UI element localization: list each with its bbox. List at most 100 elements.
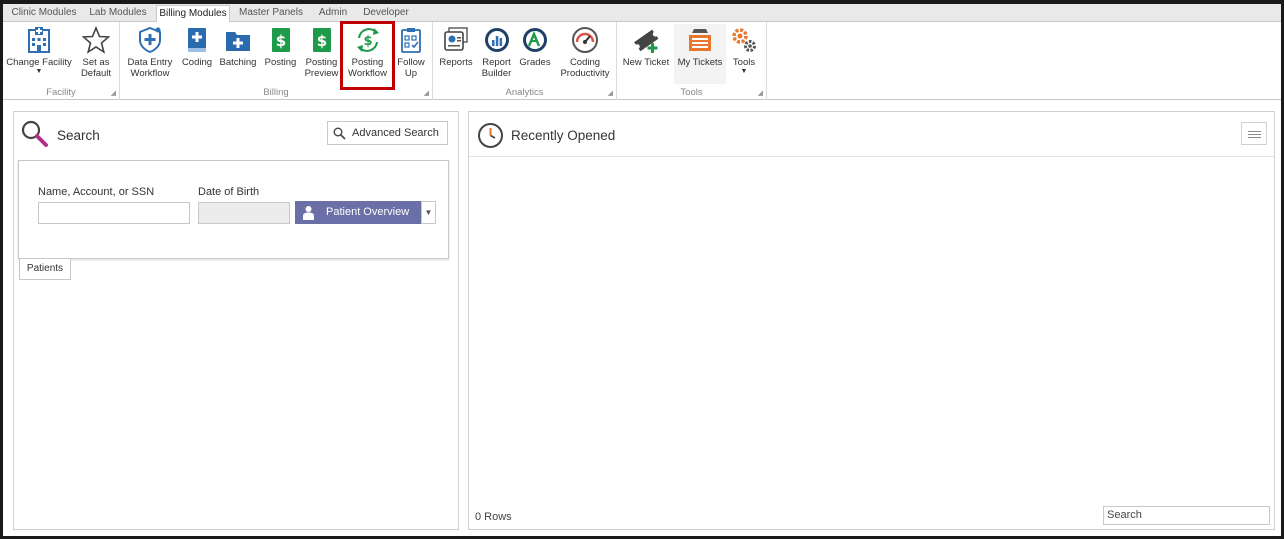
reports-label: Reports (439, 57, 473, 68)
app-window: Clinic Modules Lab Modules Billing Modul… (0, 0, 1284, 539)
svg-text:$: $ (316, 32, 326, 50)
doctor-icon (303, 206, 314, 220)
ribbon-group-tools: New Ticket My Tickets Tools ▼ Tools ◢ (617, 22, 767, 100)
report-builder-label-1: Report (482, 57, 511, 68)
set-as-default-button[interactable]: Set as Default (75, 24, 117, 84)
batching-folder-icon (226, 32, 250, 51)
dialog-launcher-icon[interactable]: ◢ (424, 89, 429, 97)
gears-icon (732, 28, 756, 52)
coding-productivity-label-1: Coding (569, 57, 601, 68)
coding-button[interactable]: Coding (179, 24, 215, 84)
posting-workflow-label-1: Posting (351, 57, 384, 68)
shield-workflow-icon (139, 26, 161, 54)
posting-preview-label-2: Preview (304, 68, 339, 79)
follow-up-label-1: Follow (397, 57, 425, 68)
date-of-birth-input[interactable] (198, 202, 290, 224)
chevron-down-icon: ▼ (740, 68, 748, 75)
my-tickets-label: My Tickets (677, 57, 723, 68)
batching-button[interactable]: Batching (218, 24, 258, 84)
hospital-icon (28, 27, 50, 53)
tab-master-panels[interactable]: Master Panels (234, 5, 308, 22)
grades-label: Grades (519, 57, 551, 68)
reports-button[interactable]: Reports (437, 24, 475, 84)
report-builder-button[interactable]: Report Builder (478, 24, 515, 84)
module-tabs: Clinic Modules Lab Modules Billing Modul… (3, 4, 1281, 23)
clipboard-check-icon (401, 28, 421, 53)
advanced-search-button[interactable]: Advanced Search (327, 121, 448, 145)
coding-productivity-label-2: Productivity (560, 68, 610, 79)
coding-productivity-button[interactable]: Coding Productivity (556, 24, 614, 84)
svg-text:$: $ (363, 34, 372, 49)
tab-developer[interactable]: Developer (357, 5, 415, 22)
dialog-launcher-icon[interactable]: ◢ (608, 89, 613, 97)
posting-workflow-label-2: Workflow (348, 68, 387, 79)
tab-clinic-modules[interactable]: Clinic Modules (9, 5, 79, 22)
tickets-stack-icon (689, 29, 711, 51)
posting-preview-label-1: Posting (305, 57, 338, 68)
search-panel: Search Advanced Search Name, Account, or… (13, 111, 459, 530)
tab-admin[interactable]: Admin (314, 5, 352, 22)
svg-text:$: $ (275, 32, 285, 50)
hamburger-menu-icon[interactable] (1241, 122, 1267, 145)
follow-up-label-2: Up (404, 68, 418, 79)
chevron-down-icon: ▼ (35, 68, 43, 75)
set-as-default-label-1: Set as (82, 57, 110, 68)
dollar-cycle-icon: $ (356, 28, 379, 52)
data-entry-workflow-button[interactable]: Data Entry Workflow (124, 24, 176, 84)
tab-billing-modules[interactable]: Billing Modules (156, 5, 230, 23)
batching-label: Batching (219, 57, 257, 68)
search-title: Search (57, 128, 100, 143)
my-tickets-button[interactable]: My Tickets (674, 24, 726, 84)
group-label-facility: Facility (46, 87, 76, 98)
dollar-icon: $ (271, 28, 290, 52)
follow-up-button[interactable]: Follow Up (394, 24, 428, 84)
panel-divider (469, 156, 1274, 157)
group-label-analytics: Analytics (505, 87, 544, 98)
recently-opened-panel: Recently Opened 0 Rows Search (468, 111, 1275, 530)
patient-search-box: Name, Account, or SSN Date of Birth Pati… (18, 160, 449, 259)
grades-button[interactable]: Grades (518, 24, 552, 84)
group-label-tools: Tools (680, 87, 703, 98)
new-ticket-icon (634, 29, 659, 53)
recently-opened-title: Recently Opened (511, 128, 616, 143)
patient-overview-label: Patient Overview (326, 206, 410, 218)
grades-icon (523, 28, 547, 52)
ribbon-group-facility: Change Facility ▼ Set as Default Facilit… (3, 22, 120, 100)
name-account-ssn-label: Name, Account, or SSN (38, 186, 155, 198)
posting-preview-button[interactable]: $ Posting Preview (303, 24, 340, 84)
star-icon (82, 26, 110, 54)
new-ticket-label: New Ticket (622, 57, 670, 68)
dialog-launcher-icon[interactable]: ◢ (111, 89, 116, 97)
name-account-ssn-input[interactable] (38, 202, 190, 224)
coding-book-icon (188, 28, 206, 52)
change-facility-label: Change Facility (6, 57, 72, 68)
tools-label: Tools (732, 57, 756, 68)
ribbon: Change Facility ▼ Set as Default Facilit… (3, 21, 1281, 100)
group-label-billing: Billing (263, 87, 289, 98)
speedometer-icon (572, 27, 598, 53)
data-entry-label-2: Workflow (130, 68, 170, 79)
search-icon (21, 120, 48, 147)
posting-label: Posting (264, 57, 297, 68)
date-of-birth-label: Date of Birth (198, 186, 260, 198)
dialog-launcher-icon[interactable]: ◢ (758, 89, 763, 97)
tools-button[interactable]: Tools ▼ (729, 24, 759, 84)
patient-overview-dropdown[interactable]: ▼ (421, 201, 436, 224)
posting-button[interactable]: $ Posting (262, 24, 299, 84)
recent-search-input[interactable]: Search (1103, 506, 1270, 525)
ribbon-group-billing: Data Entry Workflow Coding Batching $ Po… (120, 21, 433, 100)
row-count: 0 Rows (475, 511, 512, 523)
magnifier-icon (333, 127, 346, 140)
patient-overview-button[interactable]: Patient Overview (295, 201, 421, 224)
change-facility-button[interactable]: Change Facility ▼ (6, 24, 72, 84)
tab-patients[interactable]: Patients (19, 259, 71, 280)
clock-icon (478, 123, 503, 148)
posting-workflow-button[interactable]: $ Posting Workflow (340, 21, 395, 90)
dollar-preview-icon: $ (312, 28, 331, 52)
report-builder-icon (484, 28, 509, 52)
data-entry-label-1: Data Entry (127, 57, 173, 68)
new-ticket-button[interactable]: New Ticket (621, 24, 671, 84)
tab-lab-modules[interactable]: Lab Modules (83, 5, 153, 22)
coding-label: Coding (181, 57, 213, 68)
advanced-search-label: Advanced Search (352, 127, 439, 139)
